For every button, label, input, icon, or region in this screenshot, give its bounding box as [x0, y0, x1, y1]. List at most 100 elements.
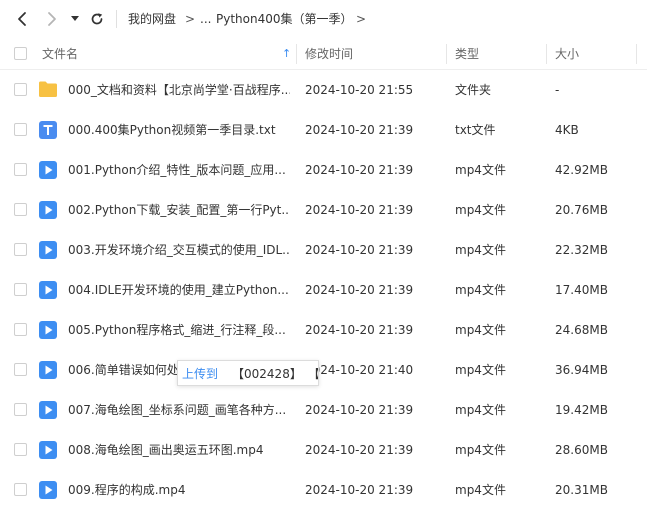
file-size: 19.42MB [555, 403, 608, 417]
file-row[interactable]: 009.程序的构成.mp4 2024-10-20 21:39 mp4文件 20.31M… [0, 470, 647, 510]
file-name[interactable]: 002.Python下载_安装_配置_第一行Pyt... [68, 190, 290, 230]
back-icon[interactable] [10, 8, 34, 30]
file-type: mp4文件 [455, 323, 506, 337]
row-checkbox[interactable] [14, 243, 27, 256]
video-file-icon [38, 400, 58, 420]
video-file-icon [38, 280, 58, 300]
file-row[interactable]: 006.简单错误如何处理_守... 2024-10-20 21:40 mp4文件 36… [0, 350, 647, 390]
file-type: mp4文件 [455, 203, 506, 217]
file-size: 42.92MB [555, 163, 608, 177]
video-file-icon [38, 320, 58, 340]
toolbar: 我的网盘 > ... Python400集（第一季） > [0, 0, 647, 38]
breadcrumb-home[interactable]: 我的网盘 [128, 10, 176, 28]
column-divider [446, 44, 447, 64]
row-checkbox[interactable] [14, 83, 27, 96]
row-checkbox[interactable] [14, 363, 27, 376]
column-header-modified[interactable]: 修改时间 [305, 38, 353, 70]
file-type: mp4文件 [455, 363, 506, 377]
file-modified: 2024-10-20 21:39 [305, 323, 414, 337]
file-modified: 2024-10-20 21:39 [305, 443, 414, 457]
file-name[interactable]: 009.程序的构成.mp4 [68, 470, 290, 510]
file-size: 24.68MB [555, 323, 608, 337]
file-modified: 2024-10-20 21:39 [305, 203, 414, 217]
file-modified: 2024-10-20 21:39 [305, 163, 414, 177]
breadcrumb-separator-end[interactable]: > [356, 10, 366, 28]
file-name[interactable]: 005.Python程序格式_缩进_行注释_段... [68, 310, 290, 350]
video-file-icon [38, 240, 58, 260]
file-modified: 2024-10-20 21:39 [305, 283, 414, 297]
file-size: 36.94MB [555, 363, 608, 377]
upload-tooltip: 上传到 【002428】 【... [177, 360, 319, 386]
file-row[interactable]: 003.开发环境介绍_交互模式的使用_IDL... 2024-10-20 21:3… [0, 230, 647, 270]
breadcrumb-current[interactable]: Python400集（第一季） [216, 10, 353, 28]
row-checkbox[interactable] [14, 203, 27, 216]
toolbar-divider [116, 10, 117, 28]
file-row[interactable]: 000_文档和资料【北京尚学堂·百战程序... 2024-10-20 21:55 文… [0, 70, 647, 110]
file-type: mp4文件 [455, 163, 506, 177]
row-checkbox[interactable] [14, 323, 27, 336]
file-type: mp4文件 [455, 403, 506, 417]
row-checkbox[interactable] [14, 123, 27, 136]
file-row[interactable]: 000.400集Python视频第一季目录.txt 2024-10-20 21:3… [0, 110, 647, 150]
row-checkbox[interactable] [14, 443, 27, 456]
column-header-name[interactable]: 文件名 [42, 38, 78, 70]
file-row[interactable]: 004.IDLE开发环境的使用_建立Python... 2024-10-20 21… [0, 270, 647, 310]
file-modified: 2024-10-20 21:39 [305, 403, 414, 417]
file-size: 17.40MB [555, 283, 608, 297]
file-type: mp4文件 [455, 483, 506, 497]
file-modified: 2024-10-20 21:40 [305, 363, 414, 377]
tooltip-code-text: 【002428】 [232, 366, 302, 381]
file-modified: 2024-10-20 21:39 [305, 483, 414, 497]
breadcrumb-ellipsis[interactable]: ... [200, 10, 211, 28]
file-modified: 2024-10-20 21:55 [305, 83, 414, 97]
file-name[interactable]: 000.400集Python视频第一季目录.txt [68, 110, 290, 150]
file-type: mp4文件 [455, 283, 506, 297]
file-type: mp4文件 [455, 443, 506, 457]
video-file-icon [38, 200, 58, 220]
file-name[interactable]: 007.海龟绘图_坐标系问题_画笔各种方... [68, 390, 290, 430]
column-divider [636, 44, 637, 64]
row-checkbox[interactable] [14, 283, 27, 296]
column-header-type[interactable]: 类型 [455, 38, 479, 70]
file-name[interactable]: 008.海龟绘图_画出奥运五环图.mp4 [68, 430, 290, 470]
row-checkbox[interactable] [14, 483, 27, 496]
tooltip-upload-text: 上传到 [182, 366, 219, 381]
forward-icon[interactable] [40, 8, 64, 30]
row-checkbox[interactable] [14, 403, 27, 416]
video-file-icon [38, 160, 58, 180]
file-row[interactable]: 002.Python下载_安装_配置_第一行Pyt... 2024-10-20 2… [0, 190, 647, 230]
tooltip-more-text: 【... [307, 366, 319, 381]
file-row[interactable]: 007.海龟绘图_坐标系问题_画笔各种方... 2024-10-20 21:39 m… [0, 390, 647, 430]
file-row[interactable]: 008.海龟绘图_画出奥运五环图.mp4 2024-10-20 21:39 mp4文… [0, 430, 647, 470]
breadcrumb-separator: > [185, 12, 196, 26]
file-name[interactable]: 001.Python介绍_特性_版本问题_应用... [68, 150, 290, 190]
file-size: 20.31MB [555, 483, 608, 497]
refresh-icon[interactable] [86, 8, 108, 30]
file-name[interactable]: 004.IDLE开发环境的使用_建立Python... [68, 270, 290, 310]
column-divider [296, 44, 297, 64]
file-type: 文件夹 [455, 83, 492, 97]
history-dropdown-icon[interactable] [68, 8, 82, 30]
column-header-size[interactable]: 大小 [555, 38, 579, 70]
file-modified: 2024-10-20 21:39 [305, 243, 414, 257]
video-file-icon [38, 360, 58, 380]
file-size: - [555, 83, 560, 97]
file-name[interactable]: 000_文档和资料【北京尚学堂·百战程序... [68, 70, 290, 110]
column-divider [546, 44, 547, 64]
folder-icon [38, 80, 58, 100]
file-modified: 2024-10-20 21:39 [305, 123, 414, 137]
file-size: 22.32MB [555, 243, 608, 257]
file-size: 28.60MB [555, 443, 608, 457]
txt-file-icon [38, 120, 58, 140]
file-list-header: 文件名 ↑ 修改时间 类型 大小 [0, 38, 647, 70]
sort-ascending-icon[interactable]: ↑ [282, 38, 291, 70]
file-size: 4KB [555, 123, 579, 137]
file-name[interactable]: 003.开发环境介绍_交互模式的使用_IDL... [68, 230, 290, 270]
file-size: 20.76MB [555, 203, 608, 217]
file-type: mp4文件 [455, 243, 506, 257]
file-row[interactable]: 001.Python介绍_特性_版本问题_应用... 2024-10-20 21:… [0, 150, 647, 190]
file-row[interactable]: 005.Python程序格式_缩进_行注释_段... 2024-10-20 21:… [0, 310, 647, 350]
row-checkbox[interactable] [14, 163, 27, 176]
file-type: txt文件 [455, 123, 496, 137]
select-all-checkbox[interactable] [14, 47, 27, 60]
